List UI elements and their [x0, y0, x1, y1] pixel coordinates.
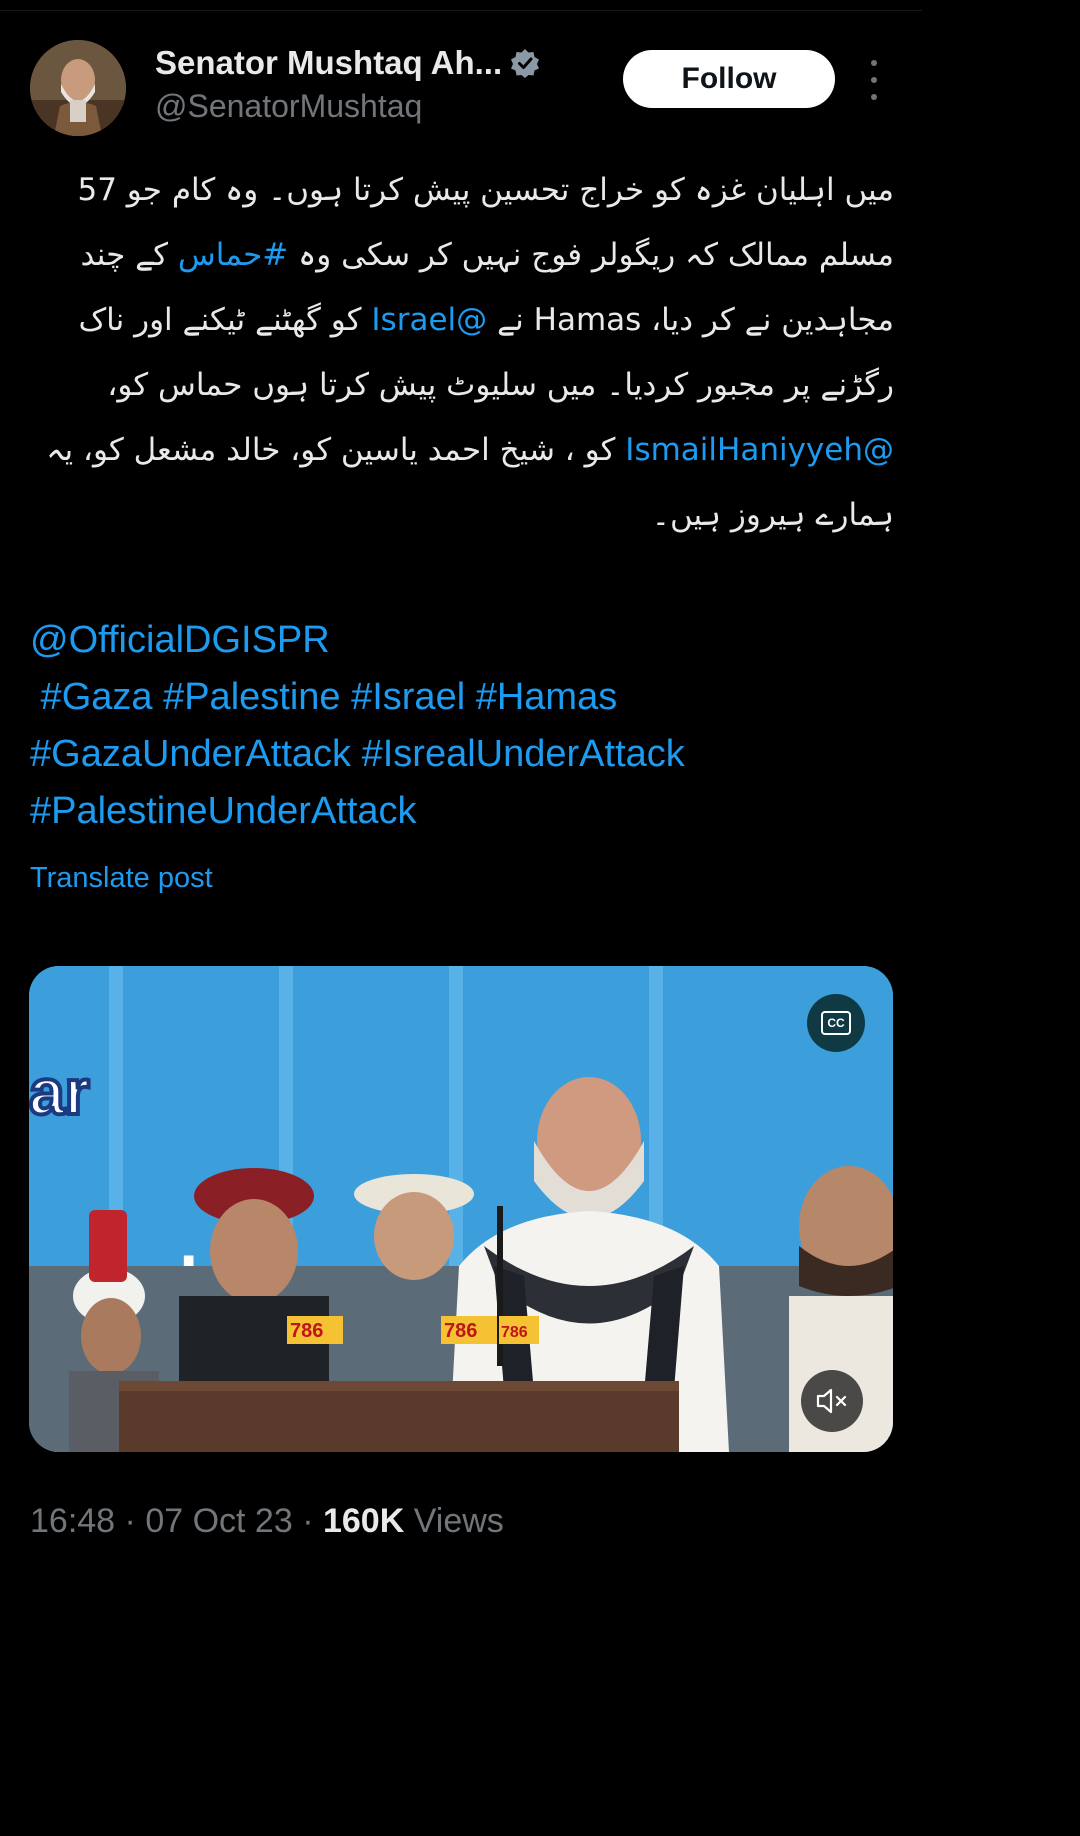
closed-captions-icon[interactable]: CC: [807, 994, 865, 1052]
mention-official-dgispr[interactable]: @OfficialDGISPR: [30, 612, 900, 669]
hashtag-line[interactable]: #GazaUnderAttack #IsrealUnderAttack: [30, 726, 900, 783]
post-hashtags: @OfficialDGISPR #Gaza #Palestine #Israel…: [30, 612, 900, 840]
top-divider: [0, 10, 922, 11]
more-options-icon[interactable]: [860, 60, 888, 100]
views-label: Views: [413, 1502, 504, 1540]
mic-flag-label: 786: [290, 1320, 323, 1342]
views-count: 160K: [322, 1502, 405, 1540]
separator: ·: [124, 1502, 136, 1540]
author-name[interactable]: Senator Mushtaq Ah...: [155, 44, 502, 82]
author-avatar[interactable]: [30, 40, 126, 136]
author-name-row: Senator Mushtaq Ah...: [155, 44, 540, 82]
muted-speaker-icon[interactable]: [801, 1370, 863, 1432]
verified-badge-icon: [511, 49, 540, 78]
author-handle[interactable]: @SenatorMushtaq: [155, 88, 422, 125]
post-metadata: 16:48 · 07 Oct 23 · 160K Views: [30, 1502, 504, 1541]
hashtag-hamas-urdu[interactable]: #حماس: [178, 237, 288, 273]
banner-text: ar: [29, 1056, 90, 1128]
post-text: میں اہلیان غزہ کو خراج تحسین پیش کرتا ہو…: [40, 158, 894, 548]
post-date[interactable]: 07 Oct 23: [145, 1502, 292, 1540]
mention-israel[interactable]: @Israel: [371, 302, 487, 338]
mic-flag-label: 786: [501, 1324, 528, 1341]
video-player[interactable]: ar kl wa 786 786 786: [29, 966, 893, 1452]
cc-label: CC: [821, 1011, 851, 1035]
hashtag-line[interactable]: #PalestineUnderAttack: [30, 783, 900, 840]
follow-button[interactable]: Follow: [623, 50, 835, 108]
hashtag-line[interactable]: #Gaza #Palestine #Israel #Hamas: [30, 669, 900, 726]
mic-flag-label: 786: [444, 1320, 477, 1342]
video-frame: ar kl wa 786 786 786: [29, 966, 893, 1452]
separator: ·: [302, 1502, 314, 1540]
translate-post-link[interactable]: Translate post: [30, 862, 213, 895]
mention-ismail-haniyyeh[interactable]: @IsmailHaniyyeh: [625, 432, 894, 468]
post-time[interactable]: 16:48: [30, 1502, 115, 1540]
